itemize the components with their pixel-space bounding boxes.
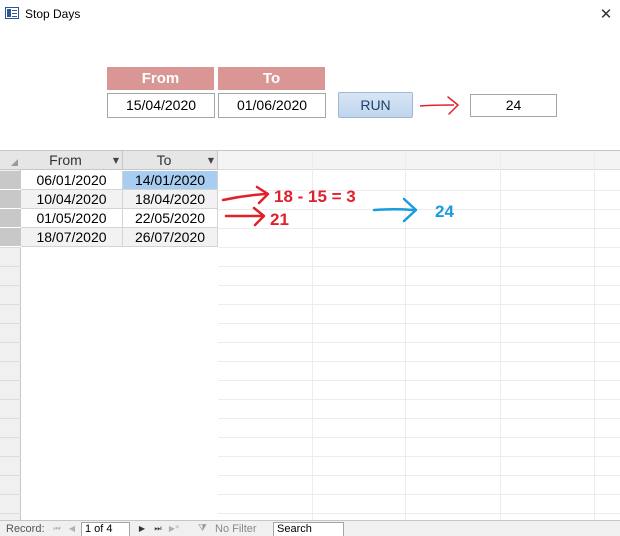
column-header-label: From [49,152,82,168]
cell-from[interactable]: 10/04/2020 [21,190,123,209]
filter-status[interactable]: No Filter [215,523,257,535]
grid-line [0,513,21,514]
cell-from[interactable]: 18/07/2020 [21,228,123,247]
grid-line [218,190,620,191]
next-record-icon[interactable]: ▶ [136,522,148,535]
from-header-label: From [107,67,214,90]
grid-line [0,247,21,248]
result-field[interactable]: 24 [470,94,557,117]
grid-line [218,418,620,419]
run-button[interactable]: RUN [338,92,413,118]
select-all-corner[interactable] [0,151,21,170]
record-selector[interactable] [0,171,21,190]
grid-line [405,151,406,520]
grid-line [218,456,620,457]
record-navigation-bar: Record: ⏮ ◀ 1 of 4 ▶ ⏭ ▶* ⧩ No Filter Se… [0,520,620,536]
grid-line [218,437,620,438]
grid-line [0,437,21,438]
last-record-icon[interactable]: ⏭ [152,522,164,535]
grid-line [218,209,620,210]
grid-line [0,304,21,305]
record-selector[interactable] [0,209,21,228]
record-selector[interactable] [0,228,21,247]
to-date-field[interactable]: 01/06/2020 [218,93,326,118]
cell-from[interactable]: 01/05/2020 [21,209,123,228]
grid-line [218,323,620,324]
grid-line [0,380,21,381]
grid-line [0,475,21,476]
column-header-from[interactable]: From ▼ [21,151,123,170]
title-bar: Stop Days ✕ [0,0,620,28]
grid-line [218,513,620,514]
stop-days-window: Stop Days ✕ From To 15/04/2020 01/06/202… [0,0,620,536]
window-title: Stop Days [25,7,81,21]
column-header-label: To [156,152,172,168]
grid-line [0,494,21,495]
grid-line [218,266,620,267]
grid-line [0,266,21,267]
dropdown-arrow-icon[interactable]: ▼ [208,151,214,170]
grid-line [218,475,620,476]
record-selector[interactable] [0,190,21,209]
close-icon[interactable]: ✕ [596,4,616,24]
grid-line [0,323,21,324]
grid-line [218,228,620,229]
record-position-field[interactable]: 1 of 4 [81,522,130,536]
dropdown-arrow-icon[interactable]: ▼ [113,151,119,170]
grid-line [218,247,620,248]
cell-to[interactable]: 26/07/2020 [123,228,218,247]
new-record-icon[interactable]: ▶* [168,522,180,535]
first-record-icon[interactable]: ⏮ [51,522,63,535]
grid-line [500,151,501,520]
datasheet: From ▼ To ▼ 06/01/2020 14/01/2020 10/04/… [0,150,620,520]
grid-line [0,418,21,419]
grid-line [594,151,595,520]
search-input[interactable]: Search [273,522,344,536]
grid-line [218,285,620,286]
to-header-label: To [218,67,325,90]
empty-header-area [218,151,620,170]
grid-line [218,304,620,305]
grid-line [312,151,313,520]
record-label: Record: [6,523,45,535]
grid-line [218,342,620,343]
grid-line [218,380,620,381]
form-icon [5,7,19,19]
grid-line [0,361,21,362]
column-header-to[interactable]: To ▼ [123,151,218,170]
cell-to[interactable]: 22/05/2020 [123,209,218,228]
filter-icon[interactable]: ⧩ [198,523,210,535]
grid-line [0,456,21,457]
grid-line [218,399,620,400]
grid-line [0,285,21,286]
previous-record-icon[interactable]: ◀ [66,522,78,535]
cell-from[interactable]: 06/01/2020 [21,171,123,190]
cell-to[interactable]: 14/01/2020 [123,171,218,190]
red-arrow-icon [419,96,459,115]
cell-to[interactable]: 18/04/2020 [123,190,218,209]
grid-line [0,399,21,400]
grid-line [218,361,620,362]
grid-line [0,342,21,343]
grid-line [218,494,620,495]
from-date-field[interactable]: 15/04/2020 [107,93,215,118]
